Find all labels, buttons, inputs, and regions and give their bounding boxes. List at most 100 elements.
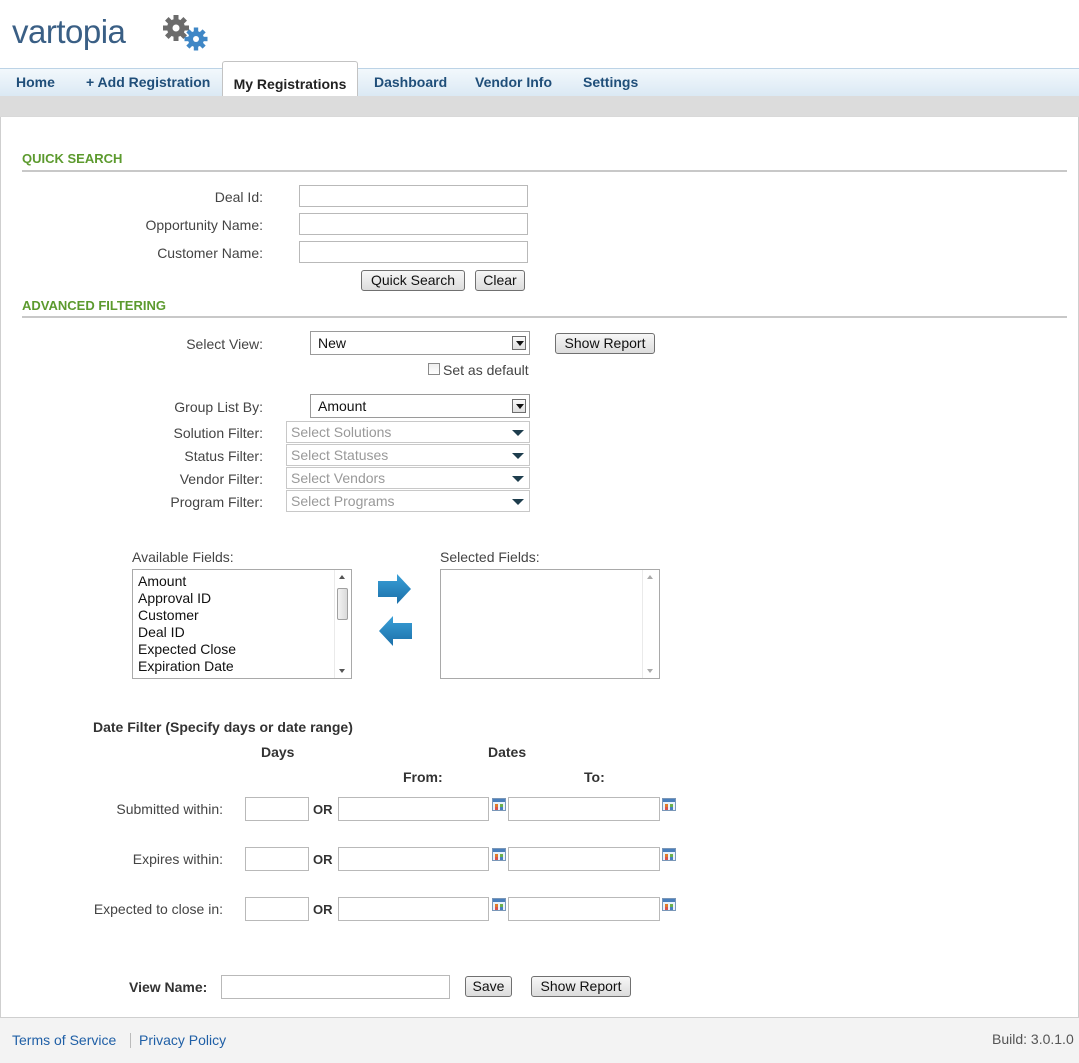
calendar-icon[interactable] bbox=[662, 898, 676, 911]
list-item[interactable]: Amount bbox=[133, 573, 351, 590]
privacy-policy-link[interactable]: Privacy Policy bbox=[139, 1032, 226, 1048]
show-report-bottom-button[interactable]: Show Report bbox=[531, 976, 631, 997]
advanced-filtering-title: ADVANCED FILTERING bbox=[22, 298, 166, 313]
program-filter-placeholder: Select Programs bbox=[291, 493, 395, 509]
select-view-label: Select View: bbox=[186, 336, 263, 352]
section-divider bbox=[22, 316, 1067, 318]
tab-vendor-info[interactable]: Vendor Info bbox=[475, 69, 552, 96]
scroll-up-icon[interactable] bbox=[647, 575, 653, 579]
tab-dashboard[interactable]: Dashboard bbox=[374, 69, 447, 96]
scroll-down-icon[interactable] bbox=[647, 669, 653, 673]
expires-from-input[interactable] bbox=[338, 847, 489, 871]
customer-name-label: Customer Name: bbox=[157, 245, 263, 261]
quick-search-title: QUICK SEARCH bbox=[22, 151, 123, 166]
status-filter-select[interactable]: Select Statuses bbox=[286, 444, 530, 466]
days-header: Days bbox=[261, 744, 295, 760]
status-filter-label: Status Filter: bbox=[184, 448, 263, 464]
calendar-icon[interactable] bbox=[492, 898, 506, 911]
subnav-bar bbox=[0, 96, 1079, 117]
program-filter-select[interactable]: Select Programs bbox=[286, 490, 530, 512]
opportunity-name-label: Opportunity Name: bbox=[145, 217, 264, 233]
dropdown-arrow-icon bbox=[512, 499, 524, 505]
submitted-days-input[interactable] bbox=[245, 797, 309, 821]
available-fields-label: Available Fields: bbox=[132, 549, 234, 565]
expected-close-to-input[interactable] bbox=[508, 897, 660, 921]
set-default-checkbox[interactable] bbox=[428, 363, 440, 375]
tab-settings[interactable]: Settings bbox=[583, 69, 638, 96]
dropdown-arrow-icon bbox=[512, 476, 524, 482]
vendor-filter-select[interactable]: Select Vendors bbox=[286, 467, 530, 489]
to-header: To: bbox=[584, 769, 605, 785]
expires-to-input[interactable] bbox=[508, 847, 660, 871]
available-fields-list[interactable]: Amount Approval ID Customer Deal ID Expe… bbox=[132, 569, 352, 679]
submitted-within-label: Submitted within: bbox=[116, 801, 223, 817]
expires-within-label: Expires within: bbox=[132, 851, 223, 867]
set-default-label: Set as default bbox=[443, 362, 529, 378]
list-item[interactable]: Approval ID bbox=[133, 590, 351, 607]
expires-days-input[interactable] bbox=[245, 847, 309, 871]
save-button[interactable]: Save bbox=[465, 976, 512, 997]
scroll-down-icon[interactable] bbox=[339, 669, 345, 673]
select-view-value: New bbox=[318, 335, 347, 351]
date-filter-title: Date Filter (Specify days or date range) bbox=[93, 719, 353, 735]
from-header: From: bbox=[403, 769, 443, 785]
terms-of-service-link[interactable]: Terms of Service bbox=[12, 1032, 116, 1048]
list-item[interactable]: Expected Close bbox=[133, 641, 351, 658]
list-item[interactable]: Deal ID bbox=[133, 624, 351, 641]
dates-header: Dates bbox=[488, 744, 527, 760]
footer-divider bbox=[130, 1033, 131, 1048]
move-left-arrow-icon[interactable] bbox=[377, 615, 413, 649]
or-label: OR bbox=[313, 802, 333, 817]
submitted-from-input[interactable] bbox=[338, 797, 489, 821]
build-version: Build: 3.0.1.0 bbox=[992, 1031, 1074, 1047]
solution-filter-select[interactable]: Select Solutions bbox=[286, 421, 530, 443]
dropdown-arrow-icon bbox=[512, 453, 524, 459]
selected-fields-list[interactable] bbox=[440, 569, 660, 679]
list-item[interactable]: Expiration Date bbox=[133, 658, 351, 675]
scrollbar[interactable] bbox=[642, 570, 659, 678]
expected-close-days-input[interactable] bbox=[245, 897, 309, 921]
list-item[interactable]: Customer bbox=[133, 607, 351, 624]
selected-fields-label: Selected Fields: bbox=[440, 549, 540, 565]
vendor-filter-label: Vendor Filter: bbox=[179, 471, 263, 487]
calendar-icon[interactable] bbox=[662, 848, 676, 861]
deal-id-label: Deal Id: bbox=[214, 189, 263, 205]
scrollbar[interactable] bbox=[334, 570, 351, 678]
solution-filter-placeholder: Select Solutions bbox=[291, 424, 392, 440]
scroll-thumb[interactable] bbox=[337, 588, 348, 620]
vendor-filter-placeholder: Select Vendors bbox=[291, 470, 386, 486]
tab-my-registrations[interactable]: My Registrations bbox=[222, 61, 358, 98]
show-report-button[interactable]: Show Report bbox=[555, 333, 655, 354]
calendar-icon[interactable] bbox=[492, 848, 506, 861]
calendar-icon[interactable] bbox=[662, 798, 676, 811]
move-right-arrow-icon[interactable] bbox=[377, 573, 413, 607]
view-name-label: View Name: bbox=[129, 979, 208, 995]
section-divider bbox=[22, 170, 1067, 172]
group-by-value: Amount bbox=[318, 398, 367, 414]
tab-home[interactable]: Home bbox=[16, 69, 55, 96]
clear-button[interactable]: Clear bbox=[475, 270, 525, 291]
solution-filter-label: Solution Filter: bbox=[173, 425, 263, 441]
status-filter-placeholder: Select Statuses bbox=[291, 447, 389, 463]
group-by-dropdown[interactable]: Amount bbox=[310, 394, 530, 418]
chevron-down-icon bbox=[512, 399, 526, 413]
gears-icon bbox=[163, 15, 208, 51]
opportunity-name-input[interactable] bbox=[299, 213, 528, 235]
dropdown-arrow-icon bbox=[512, 430, 524, 436]
select-view-dropdown[interactable]: New bbox=[310, 331, 530, 355]
submitted-to-input[interactable] bbox=[508, 797, 660, 821]
calendar-icon[interactable] bbox=[492, 798, 506, 811]
or-label: OR bbox=[313, 852, 333, 867]
chevron-down-icon bbox=[512, 336, 526, 350]
scroll-up-icon[interactable] bbox=[339, 575, 345, 579]
expected-close-label: Expected to close in: bbox=[93, 901, 223, 917]
main-nav: Home + Add Registration My Registrations… bbox=[0, 61, 1079, 98]
expected-close-from-input[interactable] bbox=[338, 897, 489, 921]
tab-add-registration[interactable]: + Add Registration bbox=[86, 69, 210, 96]
view-name-input[interactable] bbox=[221, 975, 450, 999]
customer-name-input[interactable] bbox=[299, 241, 528, 263]
group-by-label: Group List By: bbox=[174, 399, 263, 415]
quick-search-button[interactable]: Quick Search bbox=[361, 270, 465, 291]
logo-text: vartopia bbox=[12, 13, 126, 50]
deal-id-input[interactable] bbox=[299, 185, 528, 207]
